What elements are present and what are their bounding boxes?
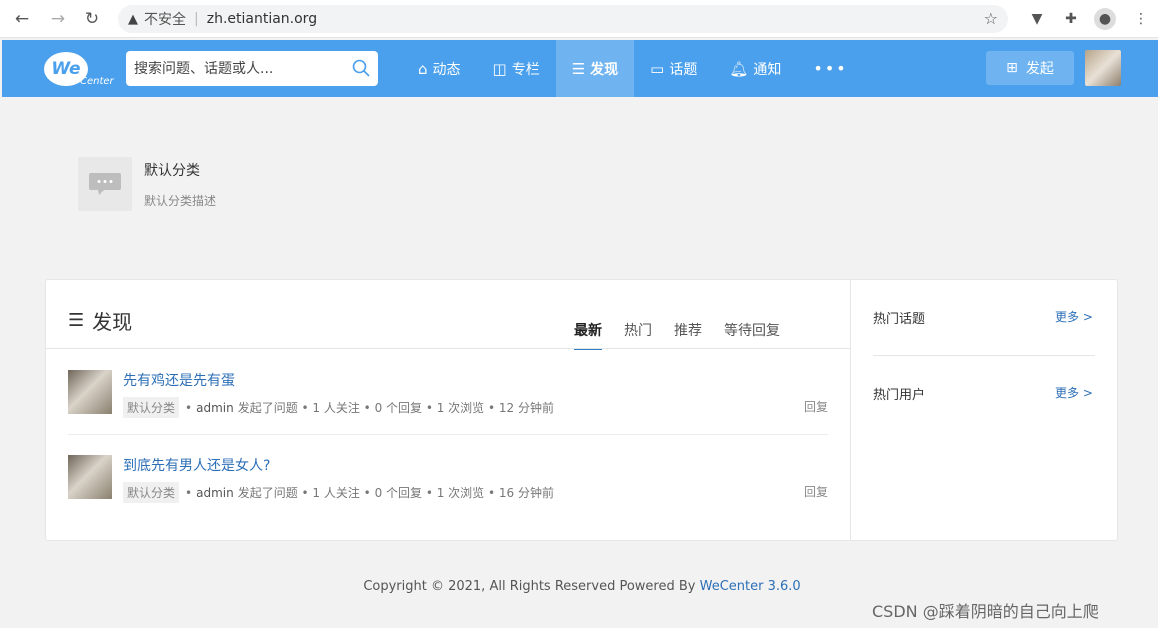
url-text: zh.etiantian.org [206,11,318,27]
list-item: 到底先有男人还是女人? 默认分类 • admin 发起了问题 • 1 人关注 •… [68,435,828,503]
back-icon[interactable]: ← [10,7,34,31]
tab-hot[interactable]: 热门 [624,320,652,350]
nav-item-dynamic[interactable]: ⌂ 动态 [402,40,477,97]
wecenter-link[interactable]: WeCenter 3.6.0 [700,579,801,594]
security-label: 不安全 [144,12,186,28]
extension-v-icon[interactable]: ▼ [1026,8,1048,30]
avatar[interactable] [68,370,112,414]
nav-label: 动态 [432,61,461,78]
copyright-text: Copyright © 2021, All Rights Reserved Po… [363,579,700,594]
columns-icon: ◫ [492,59,507,78]
discover-title: 发现 [92,310,133,334]
forward-icon[interactable]: → [46,7,70,31]
tab-recommended[interactable]: 推荐 [674,320,702,350]
bell-icon: 🔔︎ [729,59,749,78]
discover-panel: ☰ 发现 最新 热门 推荐 等待回复 先有鸡还是先有蛋 默认分类 • admin… [46,280,850,540]
meta-dot: • [185,400,193,415]
list-icon: ☰ [68,310,85,331]
logo-subtext: Center [80,76,114,87]
warning-icon: ▲ [128,11,138,27]
tabs-divider [46,348,850,349]
hot-users-more-link[interactable]: 更多 > [1055,384,1093,401]
list-icon: ☰ [571,59,586,78]
discover-heading: ☰ 发现 [68,306,132,335]
site-header: We Center ⌂动态 ◫专栏 ☰发现 ▭话题 🔔︎通知 ••• ⊞ 发起 [2,40,1158,97]
meta-dot: • [185,485,193,500]
sidebar: 热门话题 更多 > 热门用户 更多 > [850,280,1117,540]
tab-unanswered[interactable]: 等待回复 [724,320,780,350]
footer: Copyright © 2021, All Rights Reserved Po… [0,579,1158,594]
tab-latest[interactable]: 最新 [574,320,602,350]
new-post-icon: ⊞ [1006,60,1018,76]
avatar[interactable] [68,455,112,499]
reload-icon[interactable]: ↻ [80,7,104,31]
browser-toolbar: ← → ↻ ▲ 不安全 | zh.etiantian.org ☆ ▼ ✚ ● ⋮ [0,0,1158,38]
address-bar[interactable]: ▲ 不安全 | zh.etiantian.org ☆ [118,5,1008,33]
bookmark-star-icon[interactable]: ☆ [984,9,998,28]
hot-topics-heading: 热门话题 [873,312,926,327]
meta-text: 发起了问题 • 1 人关注 • 0 个回复 • 1 次浏览 • 12 分钟前 [237,401,554,415]
question-link[interactable]: 先有鸡还是先有蛋 [123,370,235,390]
user-link[interactable]: admin [196,401,234,415]
reply-link[interactable]: 回复 [804,398,828,415]
nav-item-notifications[interactable]: 🔔︎ 通知 [713,40,797,97]
reply-link[interactable]: 回复 [804,483,828,500]
wecenter-logo[interactable]: We Center [44,52,116,92]
nav-item-topics[interactable]: ▭ 话题 [634,40,713,97]
nav-label: 话题 [669,61,698,78]
hot-users-heading: 热门用户 [873,388,926,403]
post-button-label: 发起 [1025,61,1054,77]
hot-topics-more-link[interactable]: 更多 > [1055,308,1093,325]
nav-label: 发现 [590,61,619,78]
nav-label: 通知 [753,61,782,78]
content-card: ☰ 发现 最新 热门 推荐 等待回复 先有鸡还是先有蛋 默认分类 • admin… [45,279,1118,541]
search-input[interactable] [126,51,346,86]
user-avatar[interactable] [1085,50,1121,86]
more-icon: ••• [813,59,848,78]
profile-icon[interactable]: ● [1094,8,1116,30]
question-meta: 默认分类 • admin 发起了问题 • 1 人关注 • 0 个回复 • 1 次… [123,482,554,503]
list-item: 先有鸡还是先有蛋 默认分类 • admin 发起了问题 • 1 人关注 • 0 … [68,350,828,418]
nav-label: 专栏 [511,61,540,78]
topic-icon: ▭ [650,59,665,78]
question-link[interactable]: 到底先有男人还是女人? [123,455,270,475]
search-box [126,51,378,86]
post-button[interactable]: ⊞ 发起 [986,51,1074,85]
user-link[interactable]: admin [196,486,234,500]
nav-item-discover[interactable]: ☰ 发现 [555,40,635,97]
home-icon: ⌂ [418,59,428,78]
question-meta: 默认分类 • admin 发起了问题 • 1 人关注 • 0 个回复 • 1 次… [123,397,554,418]
category-title: 默认分类 [144,163,200,179]
watermark: CSDN @踩着阴暗的自己向上爬 [872,602,1099,621]
sidebar-divider [873,355,1095,356]
discover-tabs: 最新 热门 推荐 等待回复 [574,320,802,350]
kebab-menu-icon[interactable]: ⋮ [1130,8,1152,30]
nav-item-more[interactable]: ••• [797,40,863,97]
category-tag[interactable]: 默认分类 [123,397,180,418]
category-tag[interactable]: 默认分类 [123,482,180,503]
meta-text: 发起了问题 • 1 人关注 • 0 个回复 • 1 次浏览 • 16 分钟前 [237,486,554,500]
address-separator: | [194,11,199,27]
nav-item-columns[interactable]: ◫ 专栏 [477,40,556,97]
main-nav: ⌂ 动态 ◫ 专栏 ☰ 发现 ▭ 话题 🔔︎ 通知 ••• [402,40,864,97]
puzzle-icon[interactable]: ✚ [1060,8,1082,30]
chat-bubble-icon [89,173,121,195]
category-description: 默认分类描述 [144,194,217,208]
search-icon[interactable] [352,59,370,77]
category-icon [78,157,132,211]
